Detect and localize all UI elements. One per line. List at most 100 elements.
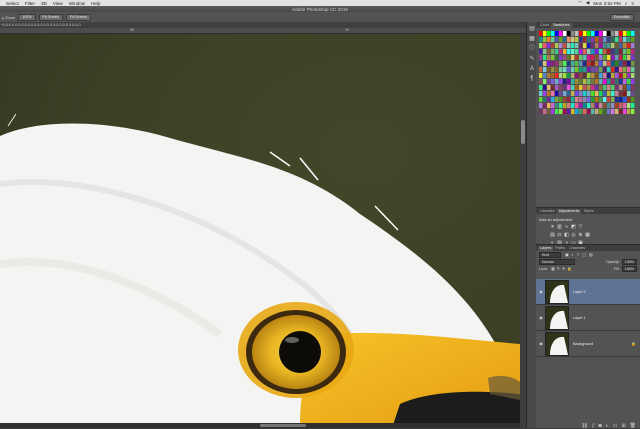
swatch[interactable] [627,43,631,48]
swatch[interactable] [619,73,623,78]
swatch[interactable] [587,67,591,72]
swatch[interactable] [611,55,615,60]
swatch[interactable] [555,67,559,72]
swatch[interactable] [623,85,627,90]
swatch[interactable] [551,31,555,36]
swatch[interactable] [539,67,543,72]
swatch[interactable] [611,67,615,72]
swatch[interactable] [615,61,619,66]
swatch[interactable] [627,37,631,42]
swatch[interactable] [587,37,591,42]
swatch[interactable] [587,55,591,60]
swatch[interactable] [619,67,623,72]
clock[interactable]: Mon 3:52 PM [593,1,620,6]
swatch[interactable] [559,55,563,60]
swatch[interactable] [623,103,627,108]
swatch[interactable] [583,67,587,72]
hue-saturation-icon[interactable]: ▤ [550,233,555,238]
vibrance-icon[interactable]: ▽ [578,225,583,230]
swatch[interactable] [595,67,599,72]
swatch[interactable] [603,85,607,90]
tab-libraries[interactable]: Libraries [538,209,557,214]
swatch[interactable] [539,31,543,36]
swatch[interactable] [599,49,603,54]
search-icon[interactable]: ⌕ [625,1,628,6]
lock-brush-icon[interactable]: ✎ [557,266,560,271]
swatch[interactable] [579,97,583,102]
swatch[interactable] [555,37,559,42]
opacity-input[interactable]: 100% [621,258,637,265]
swatch[interactable] [579,79,583,84]
swatch[interactable] [607,85,611,90]
swatch[interactable] [575,97,579,102]
swatch[interactable] [627,61,631,66]
swatch[interactable] [575,103,579,108]
swatch[interactable] [547,67,551,72]
curves-icon[interactable]: ∿ [564,225,569,230]
swatch[interactable] [619,91,623,96]
swatch[interactable] [539,91,543,96]
swatch[interactable] [559,97,563,102]
swatch[interactable] [611,43,615,48]
layer-row-background[interactable]: ◉ Background 🔒 [536,331,640,357]
swatch[interactable] [595,79,599,84]
swatch[interactable] [555,55,559,60]
swatch[interactable] [583,49,587,54]
swatch[interactable] [543,31,547,36]
swatch[interactable] [563,37,567,42]
swatch[interactable] [547,79,551,84]
filter-smart-icon[interactable]: ▤ [589,252,593,257]
swatch[interactable] [579,103,583,108]
swatch[interactable] [543,79,547,84]
swatch[interactable] [579,37,583,42]
swatch[interactable] [583,97,587,102]
swatch[interactable] [575,55,579,60]
swatch[interactable] [591,43,595,48]
swatch[interactable] [583,73,587,78]
swatch[interactable] [615,91,619,96]
swatch[interactable] [559,91,563,96]
zoom-all-windows-label[interactable]: y Zoom [2,15,15,20]
swatch[interactable] [603,91,607,96]
swatch[interactable] [583,91,587,96]
swatch[interactable] [539,109,543,114]
swatch[interactable] [607,73,611,78]
swatch[interactable] [623,91,627,96]
swatch[interactable] [591,61,595,66]
swatch[interactable] [603,79,607,84]
swatch[interactable] [587,79,591,84]
swatch[interactable] [591,79,595,84]
swatch[interactable] [567,49,571,54]
swatch[interactable] [627,109,631,114]
swatch[interactable] [599,91,603,96]
swatch[interactable] [551,61,555,66]
layer-filter-kind[interactable]: Kind [539,251,561,258]
swatch[interactable] [603,61,607,66]
tab-swatches[interactable]: Swatches [551,23,572,28]
swatch[interactable] [587,61,591,66]
swatch[interactable] [579,31,583,36]
swatch[interactable] [547,73,551,78]
swatch[interactable] [611,79,615,84]
swatch[interactable] [619,79,623,84]
swatch[interactable] [595,61,599,66]
swatch[interactable] [547,85,551,90]
swatch[interactable] [615,43,619,48]
swatch[interactable] [611,85,615,90]
channel-mixer-icon[interactable]: ⊕ [578,233,583,238]
swatch[interactable] [599,109,603,114]
swatch[interactable] [551,91,555,96]
swatch[interactable] [599,67,603,72]
swatch[interactable] [571,109,575,114]
swatch[interactable] [551,85,555,90]
filter-adjust-icon[interactable]: ◐ [572,253,574,257]
brightness-icon[interactable]: ☀ [550,225,555,230]
swatch[interactable] [607,103,611,108]
fit-screen-button[interactable]: Fit Screen [38,13,63,21]
swatch[interactable] [595,43,599,48]
swatch[interactable] [571,97,575,102]
swatch[interactable] [619,49,623,54]
swatch[interactable] [555,85,559,90]
blend-mode-select[interactable]: Normal [539,258,575,265]
swatch[interactable] [607,91,611,96]
